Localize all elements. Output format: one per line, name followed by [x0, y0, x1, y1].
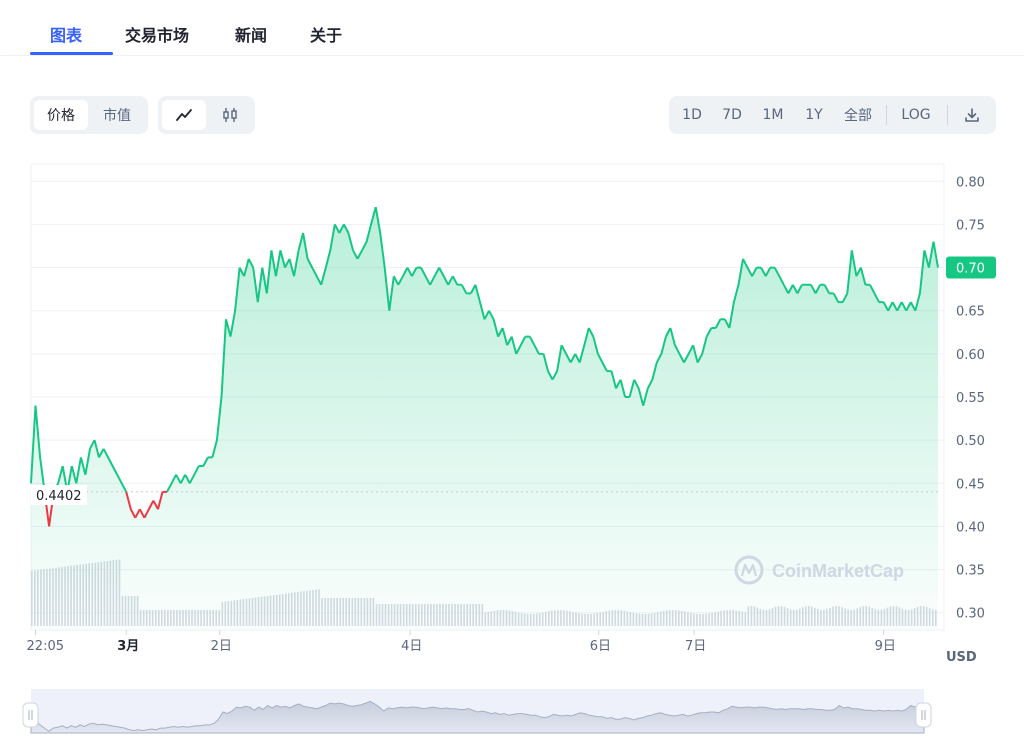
y-tick-label: 0.45 — [956, 477, 985, 492]
y-tick-label: 0.55 — [956, 391, 985, 406]
price-chart[interactable]: 0.80 0.75 0.70 0.65 0.60 0.55 0.50 0.45 0.40 0.35… — [0, 160, 1024, 752]
y-tick-label: 0.35 — [956, 564, 985, 579]
y-tick-label: 0.50 — [956, 434, 985, 449]
tab-markets[interactable]: 交易市场 — [125, 22, 189, 46]
y-tick-label: 0.80 — [956, 175, 985, 190]
navigator-right-handle[interactable] — [915, 702, 932, 728]
current-price-value: 0.70 — [956, 262, 985, 277]
tab-bar: 图表 交易市场 新闻 关于 — [0, 0, 1024, 56]
tab-news[interactable]: 新闻 — [235, 22, 267, 46]
log-scale-button[interactable]: LOG — [891, 100, 941, 130]
x-tick-label: 6日 — [590, 639, 611, 654]
y-tick-label: 0.65 — [956, 305, 985, 320]
x-axis: 22:05 3月 2日 4日 6日 7日 9日 — [27, 630, 896, 654]
x-tick-label: 4日 — [401, 639, 422, 654]
y-tick-label: 0.60 — [956, 348, 985, 363]
y-tick-label: 0.30 — [956, 607, 985, 622]
currency-label: USD — [946, 650, 977, 665]
range-7d-button[interactable]: 7D — [713, 100, 751, 130]
download-button[interactable] — [953, 100, 991, 130]
active-tab-indicator — [30, 52, 113, 55]
line-chart-icon — [176, 109, 192, 121]
range-all-button[interactable]: 全部 — [835, 100, 881, 130]
metric-toggle: 价格 市值 — [30, 96, 148, 134]
line-chart-button[interactable] — [162, 100, 206, 130]
price-toggle-button[interactable]: 价格 — [34, 100, 88, 130]
range-1d-button[interactable]: 1D — [673, 100, 711, 130]
toolbar-divider — [947, 105, 948, 125]
time-range-selector: 1D 7D 1M 1Y 全部 LOG — [669, 96, 996, 134]
range-1m-button[interactable]: 1M — [754, 100, 792, 130]
x-tick-label: 9日 — [875, 639, 896, 654]
download-icon — [965, 108, 979, 122]
y-tick-label: 0.40 — [956, 520, 985, 535]
navigator-left-handle[interactable] — [22, 702, 39, 728]
candlestick-chart-button[interactable] — [208, 100, 252, 130]
range-navigator[interactable] — [22, 689, 932, 734]
tab-chart[interactable]: 图表 — [50, 22, 82, 46]
reference-price-label: 0.4402 — [36, 489, 82, 504]
tab-about[interactable]: 关于 — [310, 22, 342, 46]
chart-type-toggle — [158, 96, 255, 134]
x-tick-label: 22:05 — [27, 639, 64, 654]
range-1y-button[interactable]: 1Y — [795, 100, 833, 130]
y-tick-label: 0.75 — [956, 218, 985, 233]
marketcap-toggle-button[interactable]: 市值 — [90, 100, 144, 130]
candlestick-icon — [223, 108, 237, 122]
toolbar-divider — [886, 105, 887, 125]
watermark-text: CoinMarketCap — [772, 561, 904, 581]
x-tick-label: 2日 — [211, 639, 232, 654]
x-tick-label: 7日 — [685, 639, 706, 654]
x-tick-label: 3月 — [117, 639, 139, 654]
y-axis: 0.80 0.75 0.70 0.65 0.60 0.55 0.50 0.45 0.40 0.35… — [956, 175, 985, 621]
